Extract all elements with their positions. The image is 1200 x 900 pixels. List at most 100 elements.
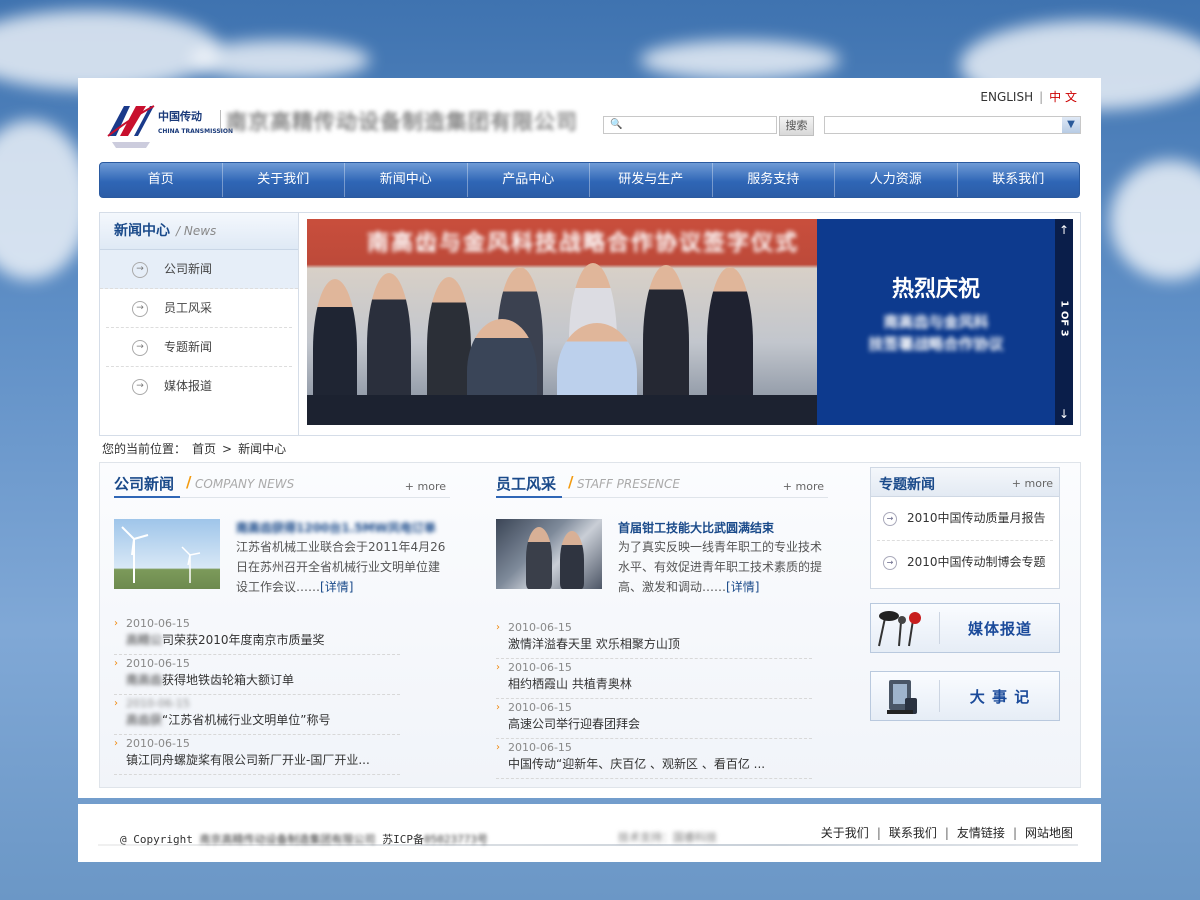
wind-turbine-thumbnail[interactable] [114,519,220,589]
lang-english-link[interactable]: ENGLISH [980,90,1033,104]
list-item-title-text: 获得地铁齿轮箱大额订单 [162,673,295,687]
list-item-title-text: “江苏省机械行业文明单位”称号 [162,713,331,727]
list-item-title: 高速公司举行迎春团拜会 [508,717,641,731]
copyright-company: 南京高精传动设备制造集团有限公司 [199,833,376,846]
banner-subtitle: 南高齿与金风科 [883,313,989,331]
list-item-title-text: 司荣获2010年度南京市质量奖 [162,633,325,647]
cloud [1110,160,1200,280]
list-item[interactable]: › 2010-06-15 中国传动“迎新年、庆百亿 、观新区 、看百亿 ... [496,739,812,779]
list-item[interactable]: › 2010-06-15 镇江同舟螺旋桨有限公司新厂开业-国厂开业... [114,735,400,775]
media-report-label: 媒体报道 [967,620,1032,638]
list-item[interactable]: › 2010-06-15 高齿获“江苏省机械行业文明单位”称号 [114,695,400,735]
nav-item-hr[interactable]: 人力资源 [835,163,958,197]
microphone-icon [878,611,921,647]
more-link[interactable]: + more [783,480,824,493]
page-container: 中国传动 CHINA TRANSMISSION 南京高精传动设备制造集团有限公司… [78,78,1101,798]
site-select[interactable]: ▼ [824,116,1081,134]
arrow-right-icon: → [132,339,148,356]
events-button[interactable]: 大 事 记 [870,671,1060,721]
footer-separator: | [1012,826,1017,840]
site-logo[interactable]: 中国传动 CHINA TRANSMISSION [106,96,233,156]
staff-column: 员工风采 / STAFF PRESENCE + more 首届钳工技能大比武圆满… [496,463,828,783]
banner-red-text: 南高齿与金风科技战略合作协议签字仪式 [367,231,800,256]
banner-pager: ↑ 1 OF 3 ↓ [1055,219,1073,425]
banner-slideshow[interactable]: 南高齿与金风科技战略合作协议签字仪式 热烈庆祝 南高齿与金风科 技签署战略合作协… [307,219,1073,425]
breadcrumb-prefix: 您的当前位置： [102,442,187,456]
lang-separator: | [1039,90,1044,104]
search-input[interactable]: 🔍 [603,116,777,134]
sidebar-item-label: 员工风采 [164,301,213,315]
feature-staff-detail-link[interactable]: [详情] [726,580,759,594]
footer-link-sitemap[interactable]: 网站地图 [1025,826,1073,840]
nav-item-rnd[interactable]: 研发与生产 [590,163,713,197]
sidebar-item-media[interactable]: → 媒体报道 [106,367,292,405]
special-news-item[interactable]: → 2010中国传动质量月报告 [877,497,1053,541]
company-news-column: 公司新闻 / COMPANY NEWS + more 南高齿获得1200台1.5… [114,463,450,783]
staff-news-list: › 2010-06-15 激情洋溢春天里 欢乐相聚方山顶 › 2010-06-1… [496,619,812,779]
list-item-date: 2010-06-15 [126,697,190,710]
wind-turbine-icon [121,526,201,583]
section-header: 员工风采 / STAFF PRESENCE + more [496,463,828,498]
nav-item-about[interactable]: 关于我们 [223,163,345,197]
nav-item-service[interactable]: 服务支持 [713,163,835,197]
bullet-icon: › [114,698,118,709]
nav-item-products[interactable]: 产品中心 [468,163,590,197]
footer-link-about[interactable]: 关于我们 [821,826,869,840]
nav-item-news[interactable]: 新闻中心 [345,163,468,197]
bullet-icon: › [496,702,500,713]
list-item-date: 2010-06-15 [126,737,190,750]
media-report-button[interactable]: 媒体报道 [870,603,1060,653]
banner-photo: 南高齿与金风科技战略合作协议签字仪式 [307,219,817,425]
cloud [0,120,90,280]
feature-staff-title[interactable]: 首届钳工技能大比武圆满结束 [618,519,774,536]
sidebar-item-staff[interactable]: → 员工风采 [106,289,292,328]
section-header: 公司新闻 / COMPANY NEWS + more [114,463,450,498]
table-surface [307,395,817,425]
section-title-slash: / [186,473,192,491]
cloud [190,40,370,80]
list-item[interactable]: › 2010-06-15 激情洋溢春天里 欢乐相聚方山顶 [496,619,812,659]
list-item[interactable]: › 2010-06-15 高速公司举行迎春团拜会 [496,699,812,739]
sidebar-item-company-news[interactable]: → 公司新闻 [100,250,298,289]
lang-chinese-link[interactable]: 中 文 [1049,90,1077,104]
main-nav: 首页 关于我们 新闻中心 产品中心 研发与生产 服务支持 人力资源 联系我们 [99,162,1080,198]
footer-link-contact[interactable]: 联系我们 [889,826,937,840]
sidebar-item-special[interactable]: → 专题新闻 [106,328,292,367]
workshop-thumbnail[interactable] [496,519,602,589]
special-news-item[interactable]: → 2010中国传动制博会专题 [877,541,1053,584]
nav-item-contact[interactable]: 联系我们 [958,163,1080,197]
feature-news-summary: 江苏省机械工业联合会于2011年4月26日在苏州召开全省机械行业文明单位建设工作… [236,537,450,597]
list-item[interactable]: › 2010-06-15 相约栖霞山 共植青奥林 [496,659,812,699]
events-label: 大 事 记 [969,688,1031,706]
feature-news-detail-link[interactable]: [详情] [320,580,353,594]
feature-staff: 首届钳工技能大比武圆满结束 为了真实反映一线青年职工的专业技术水平、有效促进青年… [496,519,828,599]
company-news-list: › 2010-06-15 高精公司荣获2010年度南京市质量奖 › 2010-0… [114,615,400,775]
breadcrumb-current: 新闻中心 [238,442,287,456]
sidebar-item-label: 公司新闻 [164,262,213,276]
footer-link-friends[interactable]: 友情链接 [957,826,1005,840]
arrow-right-icon: → [883,511,897,526]
more-link[interactable]: + more [405,480,446,493]
section-title-slash: / [568,473,574,491]
sidebar-title-en: / News [176,224,217,238]
breadcrumb-home[interactable]: 首页 [192,442,216,456]
more-link[interactable]: + more [1012,477,1053,490]
list-item[interactable]: › 2010-06-15 南高齿获得地铁齿轮箱大额订单 [114,655,400,695]
sidebar-item-label: 媒体报道 [164,379,213,393]
icp-label: 苏ICP备 [382,833,424,846]
nav-item-home[interactable]: 首页 [100,163,223,197]
section-title-cn: 公司新闻 [114,475,175,493]
list-item-date: 2010-06-15 [126,617,190,630]
button-divider [939,612,940,644]
news-sidebar: 新闻中心 / News → 公司新闻 → 员工风采 → 专题新闻 → 媒体报道 [100,213,299,435]
list-item[interactable]: › 2010-06-15 高精公司荣获2010年度南京市质量奖 [114,615,400,655]
section-title-cn: 员工风采 [496,475,557,493]
pager-down-arrow-icon[interactable]: ↓ [1055,407,1073,421]
search-button[interactable]: 搜索 [779,116,814,136]
pager-up-arrow-icon[interactable]: ↑ [1055,223,1073,237]
breadcrumb: 您的当前位置： 首页 > 新闻中心 [102,440,292,457]
section-title-en: STAFF PRESENCE [577,477,680,491]
special-news-title: 专题新闻 [879,477,935,493]
language-switcher: ENGLISH | 中 文 [980,88,1077,105]
feature-news-title[interactable]: 南高齿获得1200台1.5MW风电订单 [236,519,436,536]
